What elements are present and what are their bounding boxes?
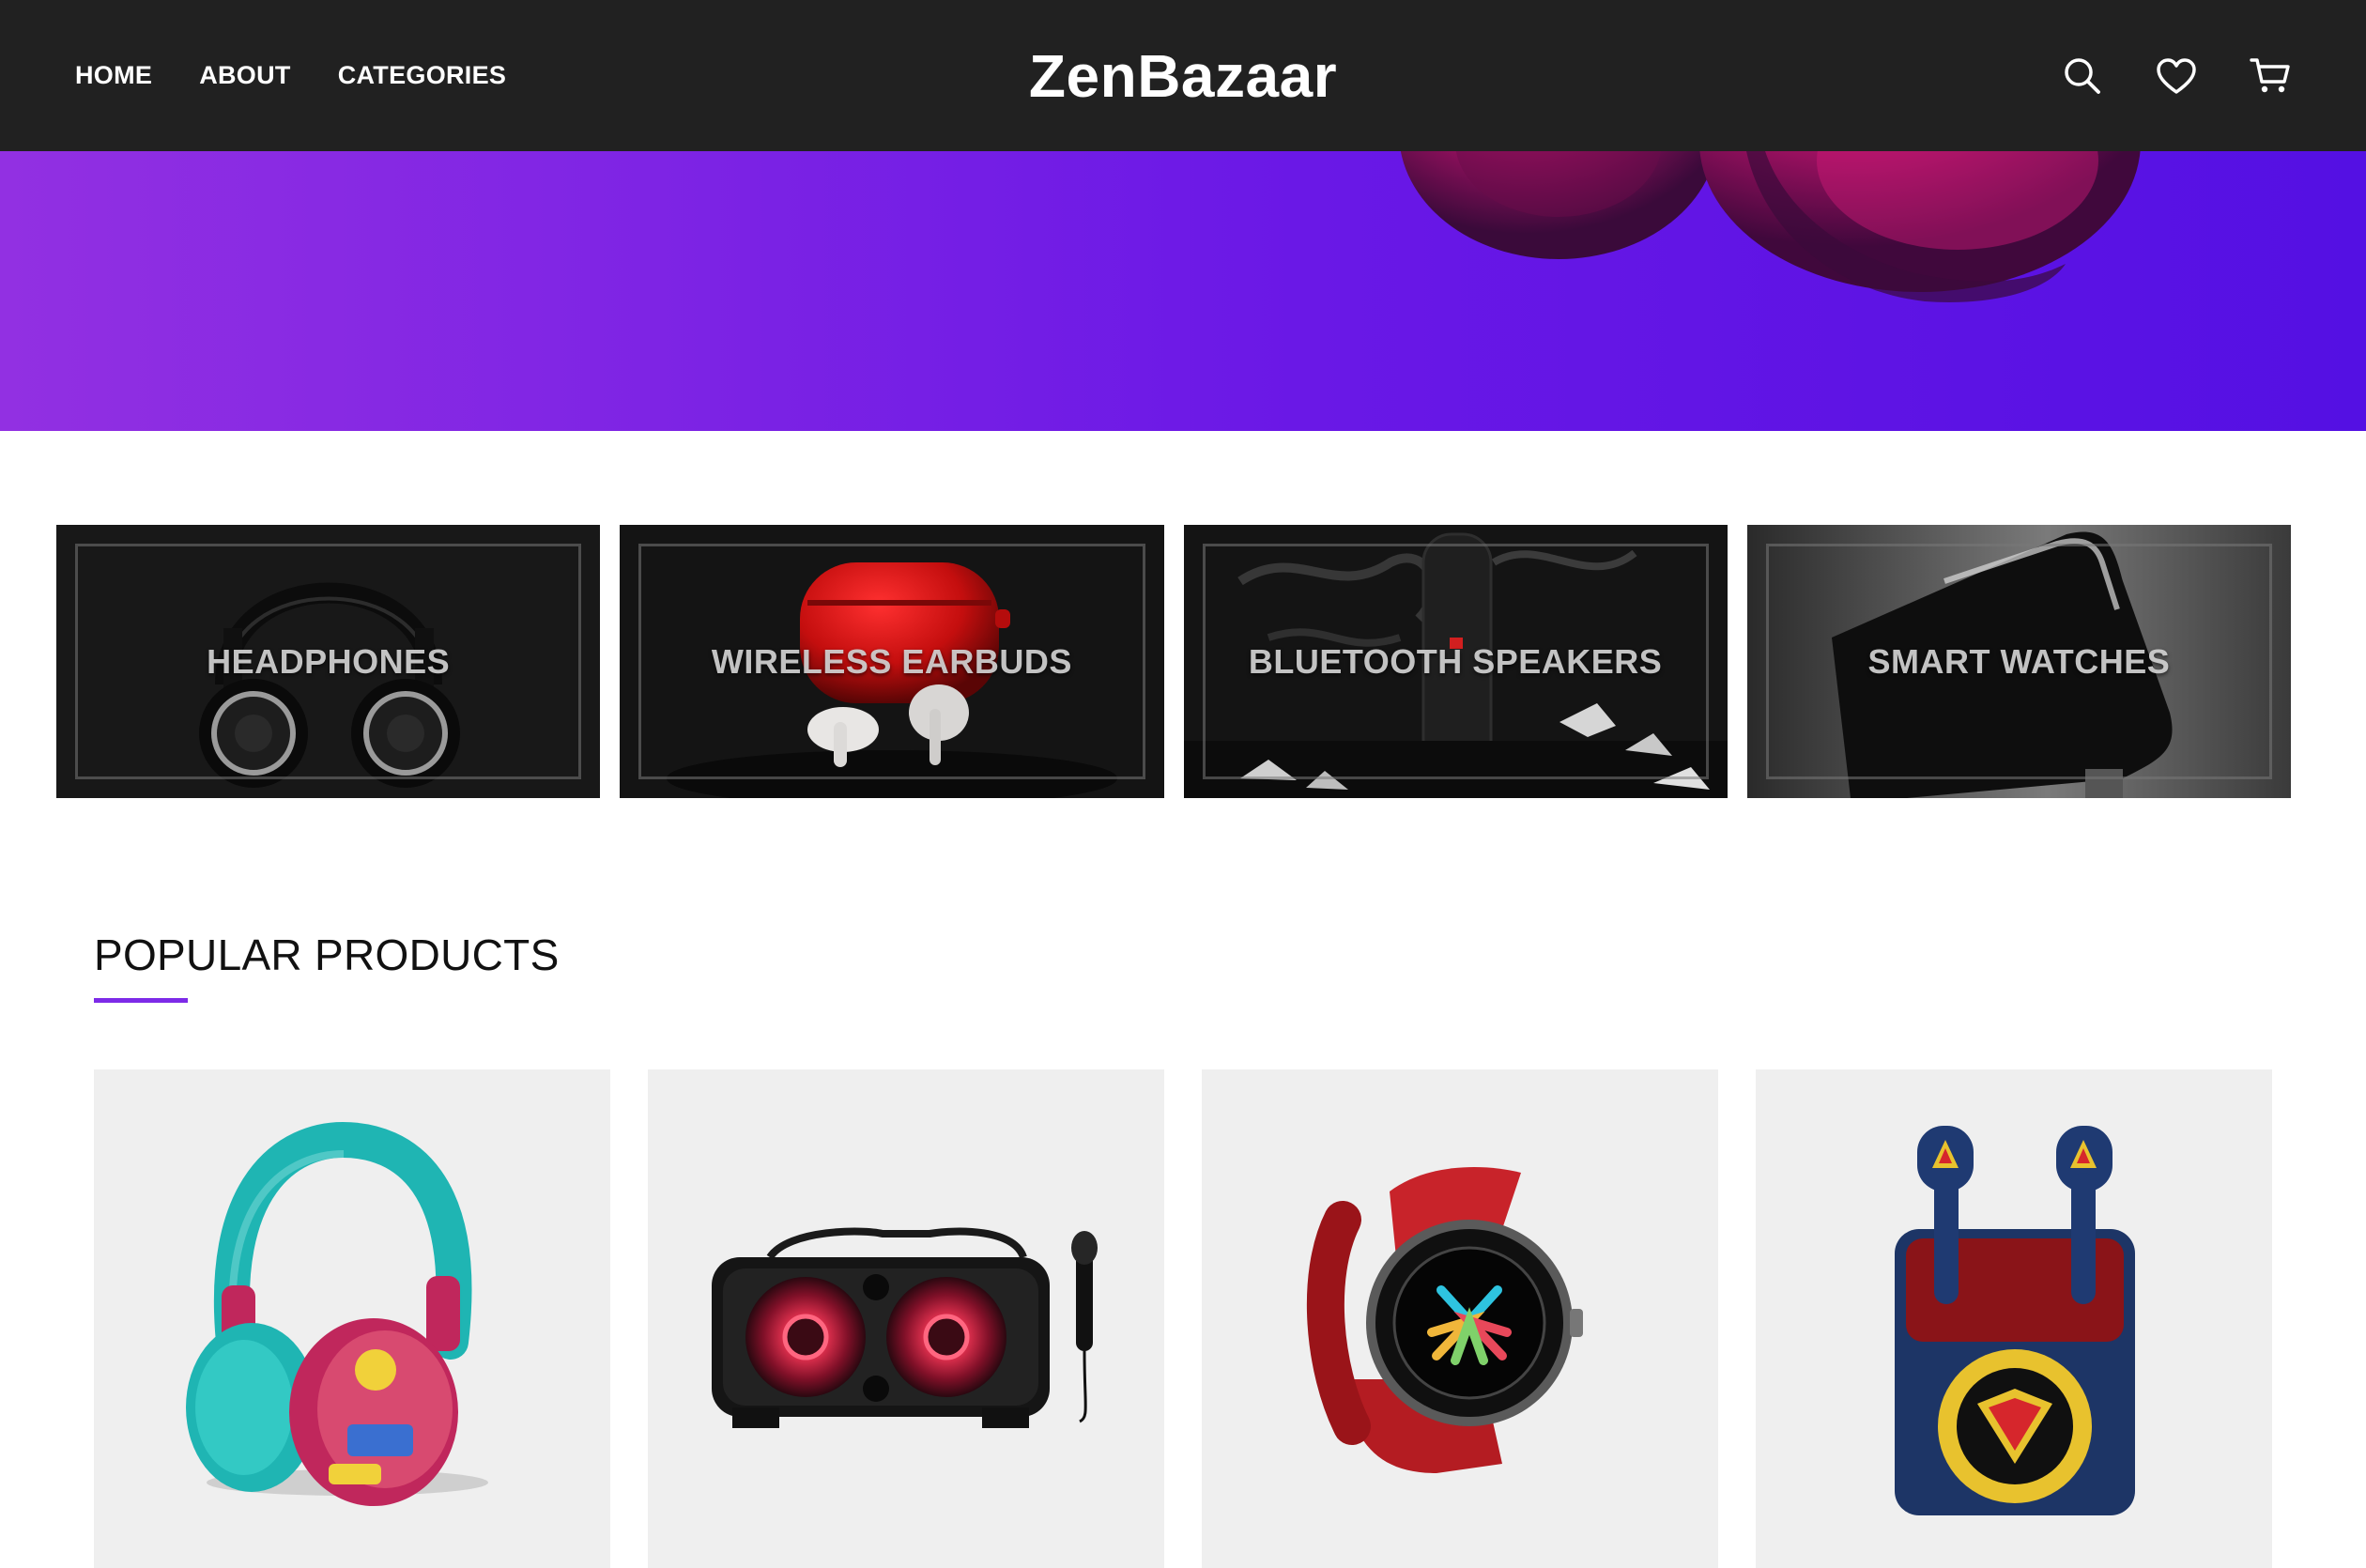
- heart-icon[interactable]: [2156, 55, 2197, 97]
- category-grid: HEADPHONES WIRELESS EARBUDS BLUETOOTH SP…: [56, 525, 2291, 798]
- category-tile-headphones[interactable]: HEADPHONES: [56, 525, 601, 798]
- smartwatch-image: [1306, 1167, 1583, 1473]
- product-grid: [94, 1069, 2272, 1568]
- nav-home[interactable]: HOME: [75, 61, 152, 90]
- headphones-image: [186, 1121, 488, 1506]
- brand-logo[interactable]: ZenBazaar: [1029, 41, 1337, 111]
- nav-categories[interactable]: CATEGORIES: [338, 61, 507, 90]
- category-tile-bluetooth-speakers[interactable]: BLUETOOTH SPEAKERS: [1183, 525, 1728, 798]
- category-label: HEADPHONES: [207, 641, 451, 681]
- main-nav: HOME ABOUT CATEGORIES: [75, 0, 506, 151]
- party-speaker-image: [712, 1227, 1098, 1428]
- product-card[interactable]: [94, 1069, 610, 1568]
- nav-about[interactable]: ABOUT: [199, 61, 291, 90]
- section-title-underline: [94, 998, 188, 1003]
- category-tile-wireless-earbuds[interactable]: WIRELESS EARBUDS: [620, 525, 1164, 798]
- product-card[interactable]: [648, 1069, 1164, 1568]
- category-label: SMART WATCHES: [1867, 641, 2171, 681]
- header-actions: [2062, 0, 2291, 151]
- category-label: BLUETOOTH SPEAKERS: [1248, 641, 1663, 681]
- section-title: POPULAR PRODUCTS: [94, 930, 560, 979]
- hero-earbuds-image: [1400, 151, 2141, 302]
- category-tile-smart-watches[interactable]: SMART WATCHES: [1746, 525, 2291, 798]
- cart-icon[interactable]: [2250, 55, 2291, 97]
- hero-banner: [0, 151, 2366, 431]
- site-header: HOME ABOUT CATEGORIES ZenBazaar: [0, 0, 2366, 151]
- search-icon[interactable]: [2062, 55, 2103, 97]
- category-label: WIRELESS EARBUDS: [711, 641, 1072, 681]
- product-card[interactable]: [1202, 1069, 1718, 1568]
- earbuds-case-image: [1895, 1126, 2135, 1515]
- product-card[interactable]: [1756, 1069, 2272, 1568]
